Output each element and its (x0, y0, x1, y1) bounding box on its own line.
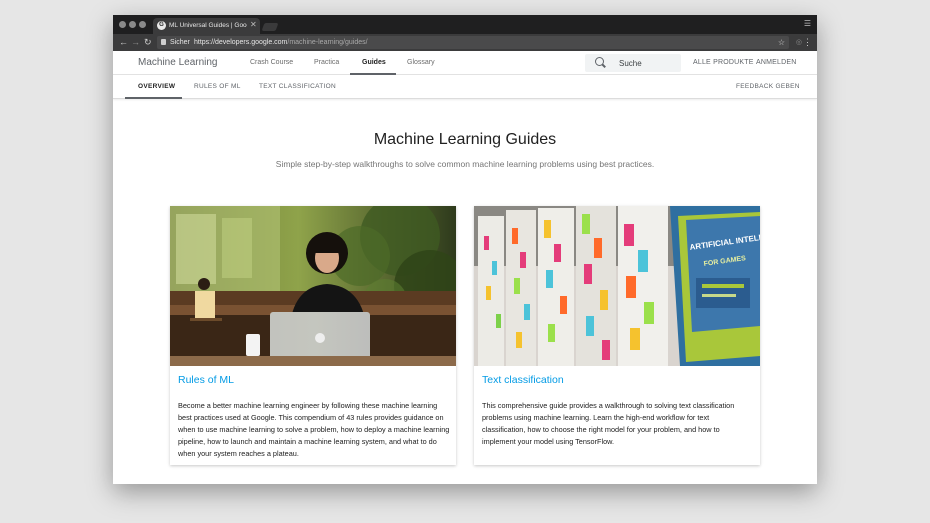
sign-in-link[interactable]: ANMELDEN (756, 51, 797, 75)
nav-guides[interactable]: Guides (362, 51, 386, 75)
card-title-rules-of-ml[interactable]: Rules of ML (178, 374, 234, 386)
lock-icon (161, 39, 166, 45)
window-minimize-dot[interactable] (129, 21, 136, 28)
browser-titlebar: G ML Universal Guides | Google ✕ ☰ (113, 15, 817, 34)
address-toolbar: ← → ↻ Sicher https://developers.google.c… (113, 34, 817, 51)
extension-icon[interactable]: ◎ (796, 38, 802, 46)
page-subtitle: Simple step-by-step walkthroughs to solv… (275, 159, 655, 169)
search-input[interactable] (619, 54, 677, 72)
site-header: Machine Learning Crash Course Practica G… (113, 51, 817, 75)
tab-rules-of-ml[interactable]: RULES OF ML (194, 75, 241, 99)
window-close-dot[interactable] (119, 21, 126, 28)
search-box[interactable] (585, 54, 681, 72)
woman-laptop-illustration (170, 206, 456, 366)
tab-title: ML Universal Guides | Google (169, 22, 247, 29)
bookmark-star-icon[interactable]: ☆ (778, 36, 785, 49)
address-bar[interactable]: Sicher https://developers.google.com/mac… (157, 36, 789, 49)
sub-navigation: OVERVIEW RULES OF ML TEXT CLASSIFICATION… (113, 75, 817, 99)
card-text-classification[interactable]: ARTIFICIAL INTELLIGENCE FOR GAMES Text c… (474, 206, 760, 465)
browser-window: G ML Universal Guides | Google ✕ ☰ ← → ↻… (113, 15, 817, 484)
profile-icon[interactable]: ☰ (804, 19, 811, 28)
secure-label: Sicher (170, 39, 190, 46)
card-description-text-classification: This comprehensive guide provides a walk… (482, 401, 735, 446)
card-rules-of-ml[interactable]: Rules of ML Become a better machine lear… (170, 206, 456, 465)
card-description-rules-of-ml: Become a better machine learning enginee… (178, 401, 450, 458)
nav-glossary[interactable]: Glossary (407, 51, 435, 75)
forward-arrow-icon[interactable]: → (131, 37, 140, 48)
browser-tab[interactable]: G ML Universal Guides | Google ✕ (153, 18, 260, 34)
tab-text-classification[interactable]: TEXT CLASSIFICATION (259, 75, 336, 99)
card-image-woman-laptop[interactable] (170, 206, 456, 366)
google-favicon-icon: G (157, 21, 166, 30)
subnav-active-indicator (125, 97, 182, 99)
back-arrow-icon[interactable]: ← (119, 37, 128, 48)
tabbed-books-illustration: ARTIFICIAL INTELLIGENCE FOR GAMES (474, 206, 760, 366)
feedback-link[interactable]: FEEDBACK GEBEN (736, 75, 800, 99)
card-title-text-classification[interactable]: Text classification (482, 374, 564, 386)
page-title: Machine Learning Guides (373, 131, 557, 148)
url-host: https://developers.google.com (194, 39, 288, 46)
browser-menu-icon[interactable]: ⋮ (803, 37, 812, 48)
nav-practica[interactable]: Practica (314, 51, 339, 75)
site-title[interactable]: Machine Learning (138, 51, 218, 75)
tab-overview[interactable]: OVERVIEW (138, 75, 175, 99)
reload-icon[interactable]: ↻ (144, 37, 152, 48)
url-text[interactable]: https://developers.google.com/machine-le… (194, 36, 368, 49)
window-zoom-dot[interactable] (139, 21, 146, 28)
tab-close-icon[interactable]: ✕ (250, 20, 257, 30)
nav-crash-course[interactable]: Crash Course (250, 51, 293, 75)
url-path: /machine-learning/guides/ (287, 39, 368, 46)
all-products-link[interactable]: ALLE PRODUKTE (693, 51, 754, 75)
search-icon (595, 57, 604, 66)
card-image-tabbed-books[interactable]: ARTIFICIAL INTELLIGENCE FOR GAMES (474, 206, 760, 366)
new-tab-button[interactable] (261, 23, 279, 31)
